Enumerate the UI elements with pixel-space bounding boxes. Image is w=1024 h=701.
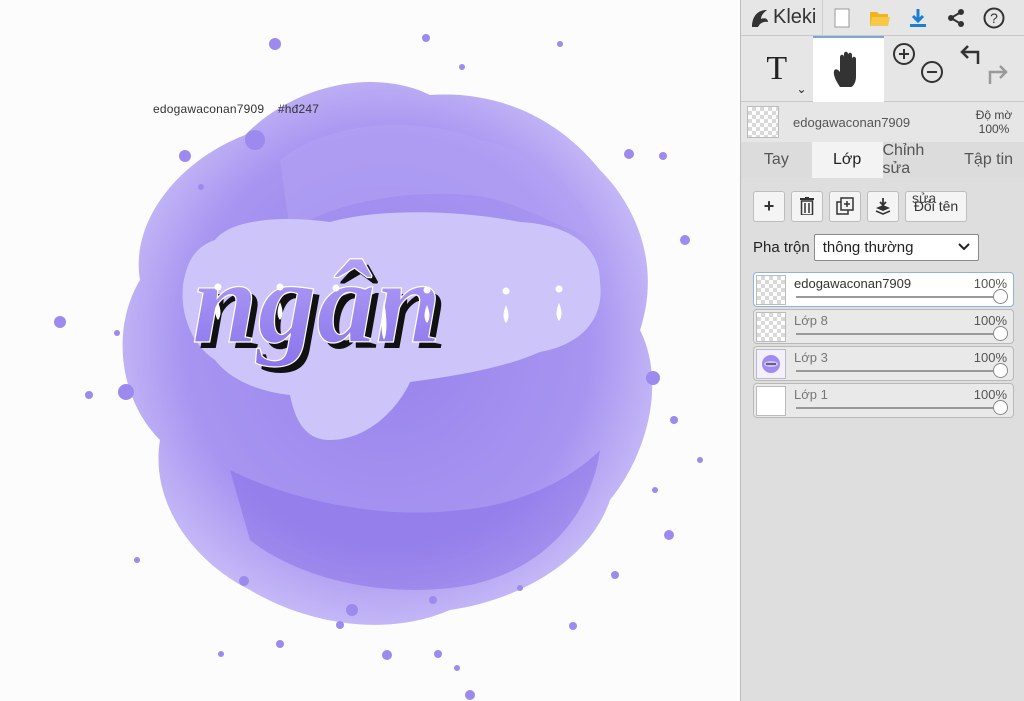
canvas-watermark: edogawaconan7909 #hđ247: [153, 102, 329, 116]
zoom-controls: [884, 36, 954, 102]
help-button[interactable]: ?: [975, 0, 1013, 36]
layer-art-preview: [762, 355, 780, 373]
active-layer-name: edogawaconan7909: [793, 114, 911, 130]
artwork: ngân ngân: [54, 34, 703, 700]
opacity-label: Độ mờ: [975, 108, 1013, 122]
redo-icon[interactable]: [988, 65, 1008, 84]
layer-opacity-knob[interactable]: [993, 363, 1008, 378]
new-file-button[interactable]: [823, 0, 861, 36]
layer-actions: + sửa Đổi tên: [741, 190, 1024, 222]
layer-item-lop-3[interactable]: Lớp 3 100%: [753, 346, 1014, 381]
duplicate-layer-button[interactable]: [829, 190, 861, 222]
layer-opacity-knob[interactable]: [993, 400, 1008, 415]
history-controls: [954, 36, 1024, 102]
opacity-value: 100%: [978, 122, 1010, 136]
add-layer-button[interactable]: +: [753, 190, 785, 222]
layer-opacity-slider[interactable]: [796, 407, 999, 409]
rename-overlay-text: sửa: [912, 189, 937, 206]
layers-panel: + sửa Đổi tên Pha trộn thông thường edog…: [741, 178, 1024, 418]
new-file-icon: [834, 8, 850, 27]
share-icon: [948, 8, 965, 27]
layer-thumbnail: [756, 275, 786, 305]
help-icon: ?: [983, 7, 1005, 28]
merge-down-icon: [875, 198, 891, 215]
hand-tool-button[interactable]: [812, 36, 884, 102]
tab-layers[interactable]: Lớp: [811, 142, 883, 178]
duplicate-icon: [836, 197, 854, 215]
watermark-user: edogawaconan7909: [153, 102, 265, 116]
opacity-indicator[interactable]: Độ mờ 100%: [970, 108, 1018, 136]
zoom-icons: [893, 43, 943, 83]
download-icon: [910, 8, 927, 27]
chevron-down-icon[interactable]: ⌄: [796, 82, 806, 96]
panel-tabs: Tay Lớp Chỉnh sửa Tập tin: [741, 142, 1024, 178]
layer-list: edogawaconan7909 100% Lớp 8 100% Lớp 3 1…: [741, 262, 1024, 418]
layer-opacity-slider[interactable]: [796, 333, 999, 335]
layer-thumbnail: [756, 386, 786, 416]
text-tool-button[interactable]: T ⌄: [741, 36, 813, 102]
chevron-down-icon: [958, 243, 970, 251]
lettering-main: ngân: [192, 237, 441, 368]
zoom-in-icon[interactable]: [893, 43, 915, 65]
svg-text:?: ?: [990, 10, 998, 26]
undo-icon[interactable]: [960, 45, 980, 64]
open-file-button[interactable]: [861, 0, 899, 36]
zoom-out-icon[interactable]: [921, 61, 943, 83]
side-panel: Kleki ? T ⌄ edogawaconan7909 Độ mờ 100% …: [740, 0, 1024, 701]
plus-icon: +: [763, 195, 775, 216]
layer-thumbnail: [756, 349, 786, 379]
watermark-tag: #hđ247: [277, 102, 320, 116]
tab-edit[interactable]: Chỉnh sửa: [883, 142, 954, 178]
blend-mode-value: thông thường: [822, 238, 914, 256]
hand-icon: [834, 51, 857, 87]
tab-brush[interactable]: Tay: [741, 142, 812, 178]
layer-opacity-slider[interactable]: [796, 370, 999, 372]
kleki-logo[interactable]: Kleki: [741, 0, 824, 36]
blend-mode-select[interactable]: thông thường: [813, 233, 979, 261]
history-icons: [960, 45, 1008, 84]
layer-item-lop-8[interactable]: Lớp 8 100%: [753, 309, 1014, 344]
layer-opacity-slider[interactable]: [796, 296, 999, 298]
logo-text: Kleki: [773, 6, 817, 28]
rename-layer-button[interactable]: sửa Đổi tên: [905, 189, 967, 222]
tool-bar: T ⌄: [741, 36, 1024, 102]
drawing-canvas[interactable]: ngân ngân edogawaconan7909 #hđ247: [0, 0, 740, 701]
layer-item-lop-1[interactable]: Lớp 1 100%: [753, 383, 1014, 418]
active-layer-info: edogawaconan7909 Độ mờ 100%: [741, 102, 1024, 142]
blend-mode-label: Pha trộn: [753, 238, 810, 256]
open-folder-icon: [870, 11, 891, 26]
text-tool-icon: T: [766, 50, 788, 87]
layer-opacity-knob[interactable]: [993, 326, 1008, 341]
trash-icon: [800, 197, 814, 215]
blend-mode-row: Pha trộn thông thường: [741, 222, 1024, 262]
merge-down-button[interactable]: [867, 190, 899, 222]
lettering: ngân ngân: [191, 236, 447, 374]
delete-layer-button[interactable]: [791, 190, 823, 222]
active-layer-thumbnail: [747, 106, 779, 138]
share-button[interactable]: [937, 0, 975, 36]
layer-opacity-knob[interactable]: [993, 289, 1008, 304]
kleki-logo-icon: [752, 9, 768, 27]
layer-item-edogawaconan7909[interactable]: edogawaconan7909 100%: [753, 272, 1014, 307]
download-button[interactable]: [899, 0, 937, 36]
layer-thumbnail: [756, 312, 786, 342]
top-bar: Kleki ?: [741, 0, 1024, 36]
tab-file[interactable]: Tập tin: [953, 142, 1024, 178]
